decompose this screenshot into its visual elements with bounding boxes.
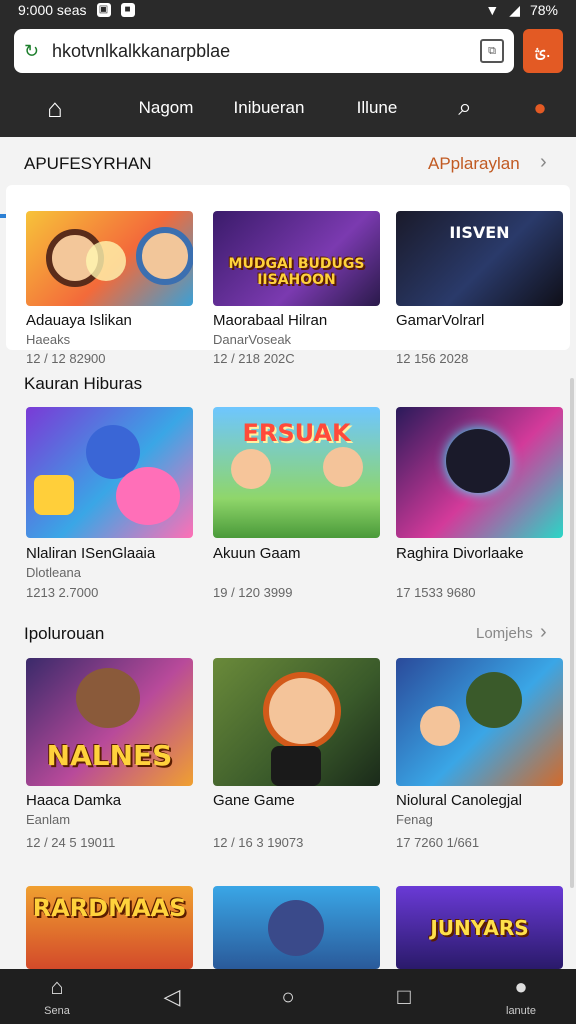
system-nav-bar: ⌂ Sena ◁ ○ □ ● lanute <box>0 969 576 1024</box>
wifi-icon: ▼ <box>485 2 500 18</box>
section-link-featured[interactable]: APplaraylan <box>428 154 520 174</box>
address-bar[interactable]: ↻ hkotvnlkalkkanarpblae ⧉ <box>14 29 514 73</box>
search-icon[interactable]: ⌕ <box>440 82 490 137</box>
site-nav: ⌂ Nagom Inibueran Illune ⌕ ● <box>0 82 576 218</box>
home-icon: ⌂ <box>50 974 64 999</box>
thumbnail-caption: MUDGAI BUDUGS IISAHOON <box>228 256 365 288</box>
game-thumbnail[interactable] <box>396 407 563 538</box>
chevron-right-icon[interactable]: › <box>540 151 547 174</box>
game-thumbnail[interactable] <box>26 211 193 306</box>
browser-toolbar: ↻ hkotvnlkalkkanarpblae ⧉ ؿ. <box>0 20 576 82</box>
nav-tab-3[interactable]: Illune <box>330 82 424 137</box>
game-title[interactable]: Akuun Gaam <box>213 545 301 562</box>
thumbnail-caption: RARDMAAS <box>32 894 187 922</box>
game-thumbnail[interactable] <box>26 407 193 538</box>
game-title[interactable]: GamarVolrarl <box>396 312 484 329</box>
thumbnail-caption: NALNES <box>46 739 173 772</box>
game-publisher: Eanlam <box>26 812 71 827</box>
game-title[interactable]: Adauaya Islikan <box>26 312 132 329</box>
game-date: 19 / 120 3999 <box>213 585 293 600</box>
profile-tab-label: lanute <box>506 1005 536 1017</box>
game-thumbnail[interactable]: IISVEN <box>396 211 563 306</box>
home-tab[interactable]: ⌂ Sena <box>22 969 92 1024</box>
secure-icon: ↻ <box>24 40 40 61</box>
back-icon: ◁ <box>163 984 181 1009</box>
circle-home-icon: ○ <box>281 984 295 1009</box>
game-date: 12 156 2028 <box>396 351 469 366</box>
game-publisher: DanarVoseak <box>213 332 292 347</box>
status-time: 9:000 seas <box>18 2 87 18</box>
game-date: 17 7260 1/661 <box>396 835 480 850</box>
gallery-icon: ▣ <box>96 3 111 17</box>
nav-tab-1[interactable]: Nagom <box>110 82 222 137</box>
scrollbar[interactable] <box>570 378 574 888</box>
game-date: 12 / 218 202C <box>213 351 295 366</box>
signal-icon: ◢ <box>509 1 520 18</box>
thumbnail-caption: IISVEN <box>449 223 510 242</box>
game-thumbnail[interactable]: JUNYARS <box>396 886 563 969</box>
section-link-popular[interactable]: Lomjehs <box>476 625 533 642</box>
game-thumbnail[interactable]: NALNES <box>26 658 193 786</box>
game-title[interactable]: Maorabaal Hilran <box>213 312 327 329</box>
profile-tab[interactable]: ● lanute <box>490 969 552 1024</box>
extension-button[interactable]: ؿ. <box>523 29 563 73</box>
game-thumbnail[interactable]: ERSUAK <box>213 407 380 538</box>
tabs-icon[interactable]: ⧉ <box>480 39 504 63</box>
notification-icon: ■ <box>120 3 135 17</box>
notification-bell-icon[interactable]: ● <box>515 82 565 137</box>
home-icon[interactable]: ⌂ <box>0 82 110 137</box>
game-thumbnail[interactable] <box>213 658 380 786</box>
status-bar: 9:000 seas ▣ ■ ▼ ◢ 78% <box>0 0 576 20</box>
user-icon: ● <box>514 974 528 999</box>
game-title[interactable]: Nlaliran ISenGlaaia <box>26 545 155 562</box>
thumbnail-caption: ERSUAK <box>242 419 351 447</box>
nav-tab-2[interactable]: Inibueran <box>222 82 316 137</box>
game-title[interactable]: Haaca Damka <box>26 792 121 809</box>
game-title[interactable]: Niolural Canolegjal <box>396 792 522 809</box>
game-thumbnail[interactable] <box>396 658 563 786</box>
game-date: 12 / 24 5 19011 <box>26 835 116 850</box>
back-button[interactable]: ◁ <box>150 969 194 1024</box>
home-tab-label: Sena <box>44 1005 70 1017</box>
game-publisher: Fenag <box>396 812 433 827</box>
game-thumbnail[interactable] <box>213 886 380 969</box>
recents-icon: □ <box>397 984 411 1009</box>
game-title[interactable]: Raghira Divorlaake <box>396 545 524 562</box>
chevron-right-icon[interactable]: › <box>540 621 547 644</box>
game-publisher: Haeaks <box>26 332 71 347</box>
extension-icon: ؿ. <box>535 41 551 61</box>
recents-button[interactable]: □ <box>382 969 426 1024</box>
game-publisher: Dlotleana <box>26 565 81 580</box>
game-date: 12 / 16 3 19073 <box>213 835 304 850</box>
home-button[interactable]: ○ <box>266 969 310 1024</box>
game-date: 12 / 12 82900 <box>26 351 106 366</box>
thumbnail-caption: JUNYARS <box>430 916 529 940</box>
section-title-entertainment: Kauran Hiburas <box>24 374 143 393</box>
game-title[interactable]: Gane Game <box>213 792 295 809</box>
section-title-popular: Ipolurouan <box>24 624 105 643</box>
game-date: 1213 2.7000 <box>26 585 99 600</box>
game-date: 17 1533 9680 <box>396 585 476 600</box>
game-thumbnail[interactable]: MUDGAI BUDUGS IISAHOON <box>213 211 380 306</box>
battery-level: 78% <box>529 2 558 18</box>
section-title-featured: APUFESYRHAN <box>24 154 152 173</box>
url-text[interactable]: hkotvnlkalkkanarpblae <box>52 41 480 62</box>
game-thumbnail[interactable]: RARDMAAS <box>26 886 193 969</box>
